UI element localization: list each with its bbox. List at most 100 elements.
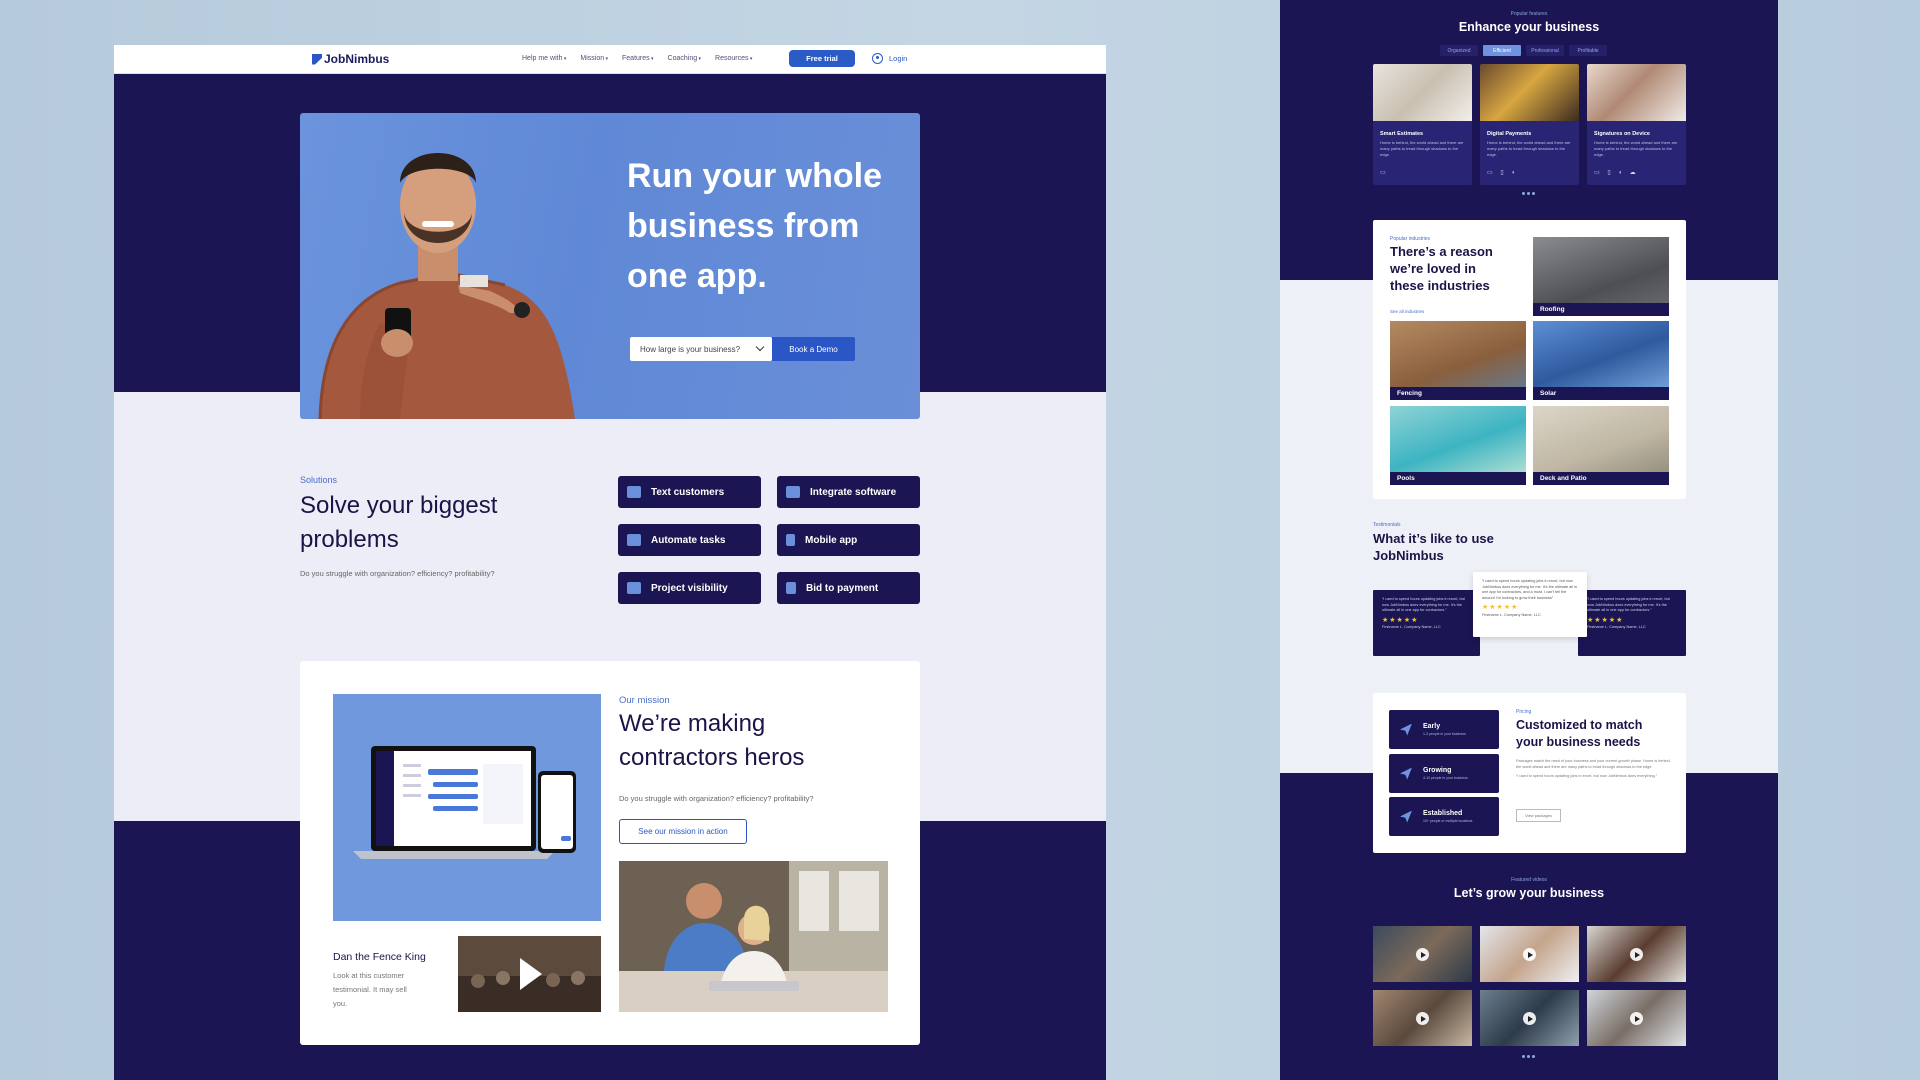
- text-customers-button[interactable]: Text customers: [618, 476, 761, 508]
- app-devices-image: [333, 694, 601, 921]
- chevron-down-icon: [755, 342, 765, 352]
- feature-desc: Home is behind, the world ahead and ther…: [1380, 140, 1464, 157]
- industry-label: Fencing: [1390, 387, 1526, 400]
- sol-btn-label: Text customers: [651, 486, 725, 498]
- login-label: Login: [889, 54, 908, 63]
- testimonial-name: Dan the Fence King: [333, 951, 426, 963]
- hero-card: Run your whole business from one app. Ho…: [300, 113, 920, 419]
- pricing-text: Packages match the need of your business…: [1516, 759, 1671, 780]
- videos-eyebrow: Featured videos: [1511, 877, 1547, 883]
- industry-tile-solar[interactable]: Solar: [1533, 321, 1669, 400]
- play-icon: [1416, 1012, 1429, 1025]
- feature-title: Smart Estimates: [1380, 131, 1424, 137]
- login-link[interactable]: Login: [872, 53, 907, 64]
- testimonial-company: Company Name, LLC: [1504, 612, 1541, 617]
- sol-btn-label: Automate tasks: [651, 534, 726, 546]
- feature-card[interactable]: Digital Payments Home is behind, the wor…: [1480, 64, 1579, 185]
- view-packages-button[interactable]: View packages: [1516, 809, 1561, 822]
- plan-name: Growing: [1423, 767, 1452, 774]
- nav-link-coaching[interactable]: Coaching: [668, 55, 701, 62]
- tab-profitable[interactable]: Profitable: [1569, 45, 1607, 56]
- video-thumb[interactable]: [1587, 990, 1686, 1046]
- testimonial-subtitle: Look at this customer testimonial. It ma…: [333, 971, 407, 1008]
- business-size-select[interactable]: How large is your business?: [630, 337, 772, 361]
- mission-eyebrow: Our mission: [619, 695, 670, 706]
- solutions-eyebrow: Solutions: [300, 475, 338, 485]
- plan-established[interactable]: Established 10+ people or multiple locati…: [1389, 797, 1499, 836]
- feature-card[interactable]: Signatures on Device Home is behind, the…: [1587, 64, 1686, 185]
- industries-title: There’s a reason we’re loved in these in…: [1390, 244, 1493, 293]
- testimonial-card[interactable]: “I used to spend hours updating jobs in …: [1373, 590, 1480, 656]
- industries-eyebrow: Popular industries: [1390, 236, 1431, 242]
- tab-efficient[interactable]: Efficient: [1483, 45, 1521, 56]
- solutions-buttons: Text customers Integrate software Automa…: [618, 476, 920, 604]
- feature-card[interactable]: Smart Estimates Home is behind, the worl…: [1373, 64, 1472, 185]
- top-nav: JobNimbus Help me with Mission Features …: [114, 45, 1106, 74]
- play-icon: [1416, 948, 1429, 961]
- book-demo-button[interactable]: Book a Demo: [772, 337, 855, 361]
- pricing-paragraph: Packages match the need of your business…: [1516, 759, 1671, 769]
- feature-tabs: Organized Efficient Professional Profita…: [1440, 45, 1607, 56]
- airplane-icon: [1400, 767, 1412, 780]
- industry-tile-roofing[interactable]: Roofing: [1533, 237, 1669, 316]
- video-carousel-dots[interactable]: [1522, 1055, 1535, 1058]
- feature-image: [1480, 64, 1579, 121]
- plan-growing[interactable]: Growing 4-10 people in your business: [1389, 754, 1499, 793]
- logo[interactable]: JobNimbus: [312, 52, 389, 66]
- testimonials-eyebrow: Testimonials: [1373, 522, 1401, 528]
- paper-plane-icon: [1400, 723, 1412, 736]
- project-visibility-button[interactable]: Project visibility: [618, 572, 761, 604]
- sol-btn-label: Project visibility: [651, 582, 728, 594]
- plan-name: Early: [1423, 723, 1441, 730]
- video-thumb[interactable]: [1480, 926, 1579, 982]
- nav-link-mission[interactable]: Mission: [580, 55, 608, 62]
- sol-btn-label: Bid to payment: [806, 582, 879, 594]
- bid-to-payment-button[interactable]: Bid to payment: [777, 572, 920, 604]
- industry-tile-deck-patio[interactable]: Deck and Patio: [1533, 406, 1669, 485]
- mobile-app-button[interactable]: Mobile app: [777, 524, 920, 556]
- tab-professional[interactable]: Professional: [1526, 45, 1564, 56]
- see-all-industries-link[interactable]: See all industries: [1390, 309, 1424, 314]
- team-photo: [619, 861, 888, 1012]
- industry-tile-pools[interactable]: Pools: [1390, 406, 1526, 485]
- testimonial-company: Company Name, LLC: [1609, 625, 1646, 629]
- testimonial-card[interactable]: “I used to spend hours updating jobs in …: [1578, 590, 1686, 656]
- carousel-dots[interactable]: [1522, 192, 1535, 195]
- see-mission-button[interactable]: See our mission in action: [619, 819, 747, 844]
- testimonial-card-featured[interactable]: “I used to spend hours updating jobs in …: [1473, 572, 1587, 637]
- logo-mark-icon: [312, 53, 322, 65]
- user-icon: [872, 53, 883, 64]
- video-thumb[interactable]: [1373, 926, 1472, 982]
- testimonial-quote: “I used to spend hours updating jobs in …: [1482, 579, 1578, 600]
- feature-image: [1373, 64, 1472, 121]
- video-thumb[interactable]: [1373, 990, 1472, 1046]
- automate-tasks-button[interactable]: Automate tasks: [618, 524, 761, 556]
- industry-tile-fencing[interactable]: Fencing: [1390, 321, 1526, 400]
- star-rating: ★★★★★: [1482, 604, 1519, 611]
- plan-sub: 4-10 people in your business: [1423, 776, 1468, 780]
- device-icons: ▭ ▯ ◖ ☁: [1594, 170, 1639, 176]
- nav-link-features[interactable]: Features: [622, 55, 654, 62]
- tab-organized[interactable]: Organized: [1440, 45, 1478, 56]
- nav-link-resources[interactable]: Resources: [715, 55, 752, 62]
- industry-label: Solar: [1533, 387, 1669, 400]
- nav-links: Help me with Mission Features Coaching R…: [522, 55, 752, 62]
- solutions-title: Solve your biggest problems: [300, 492, 498, 553]
- testimonial-video[interactable]: [458, 936, 601, 1012]
- video-grid: [1373, 926, 1686, 1046]
- device-icons: ▭: [1380, 170, 1389, 176]
- phone-icon: [786, 534, 795, 546]
- video-thumb[interactable]: [1587, 926, 1686, 982]
- solutions-subtitle: Do you struggle with organization? effic…: [300, 569, 495, 578]
- mission-card: Our mission We’re making contractors her…: [300, 661, 920, 1045]
- free-trial-button[interactable]: Free trial: [789, 50, 855, 67]
- industry-label: Pools: [1390, 472, 1526, 485]
- feature-title: Digital Payments: [1487, 131, 1532, 137]
- sol-btn-label: Mobile app: [805, 534, 858, 546]
- testimonial-author: Firstname L.: [1482, 612, 1504, 617]
- plan-early[interactable]: Early 1-3 people in your business: [1389, 710, 1499, 749]
- integrate-software-button[interactable]: Integrate software: [777, 476, 920, 508]
- industry-label: Deck and Patio: [1533, 472, 1669, 485]
- video-thumb[interactable]: [1480, 990, 1579, 1046]
- nav-link-help[interactable]: Help me with: [522, 55, 566, 62]
